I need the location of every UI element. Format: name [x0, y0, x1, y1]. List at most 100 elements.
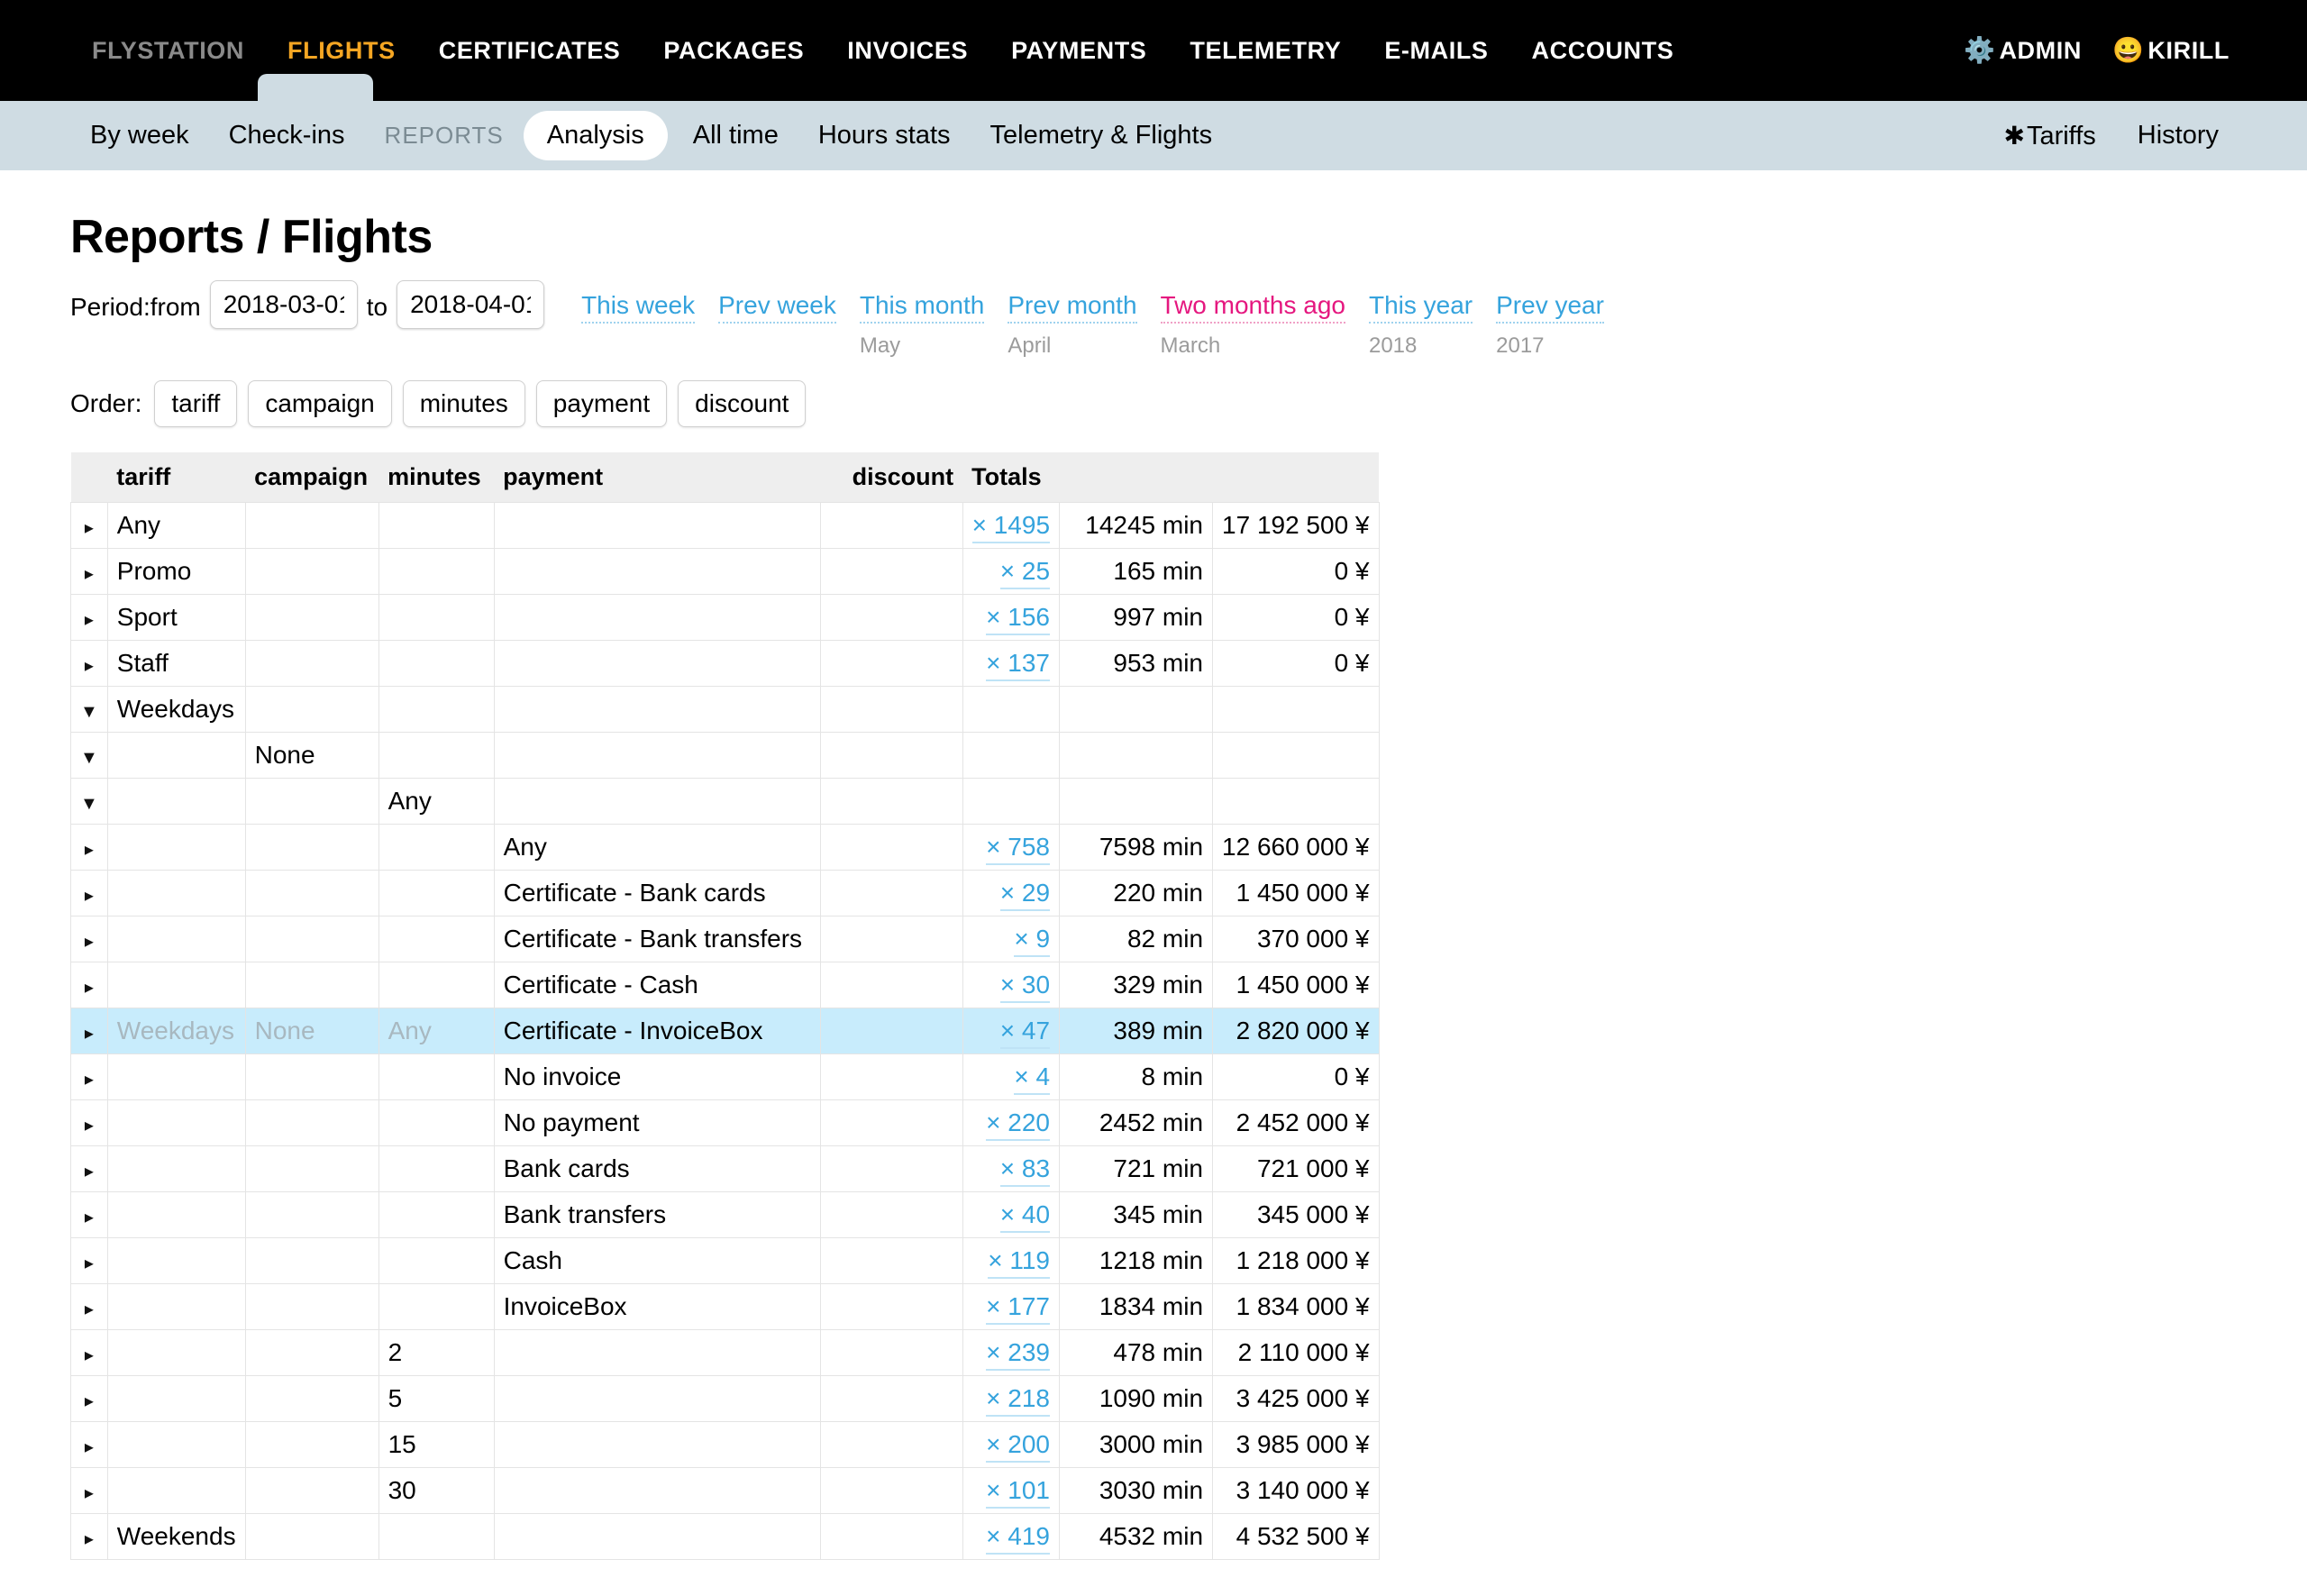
date-to-input[interactable]	[397, 280, 544, 329]
flight-count-link[interactable]: × 30	[1000, 971, 1050, 1003]
table-row[interactable]: ▸No invoice× 48 min0 ¥	[71, 1054, 1380, 1100]
chevron-right-icon[interactable]: ▸	[85, 1025, 94, 1043]
table-row[interactable]: ▸Sport× 156997 min0 ¥	[71, 595, 1380, 641]
flight-count-link[interactable]: × 29	[1000, 879, 1050, 911]
table-row[interactable]: ▸Certificate - Bank transfers× 982 min37…	[71, 917, 1380, 962]
th-payment[interactable]: payment	[494, 452, 820, 503]
chevron-right-icon[interactable]: ▸	[85, 1438, 94, 1456]
chevron-down-icon[interactable]: ▼	[80, 703, 98, 721]
chevron-down-icon[interactable]: ▼	[80, 749, 98, 767]
top-nav-item-payments[interactable]: PAYMENTS	[989, 0, 1168, 101]
top-nav-item-e-mails[interactable]: E-MAILS	[1363, 0, 1509, 101]
th-campaign[interactable]: campaign	[245, 452, 378, 503]
subnav-item-tariffs[interactable]: ✱Tariffs	[1992, 121, 2106, 151]
table-row[interactable]: ▸5× 2181090 min3 425 000 ¥	[71, 1376, 1380, 1422]
chevron-right-icon[interactable]: ▸	[85, 1346, 94, 1364]
chevron-right-icon[interactable]: ▸	[85, 565, 94, 583]
table-row[interactable]: ▸15× 2003000 min3 985 000 ¥	[71, 1422, 1380, 1468]
chevron-right-icon[interactable]: ▸	[85, 1484, 94, 1502]
flight-count-link[interactable]: × 239	[986, 1338, 1050, 1371]
flight-count-link[interactable]: × 119	[988, 1246, 1050, 1279]
table-row[interactable]: ▸No payment× 2202452 min2 452 000 ¥	[71, 1100, 1380, 1146]
row-expand-cell[interactable]: ▸	[71, 503, 108, 549]
chevron-right-icon[interactable]: ▸	[85, 933, 94, 951]
period-shortcut-link-prev-month[interactable]: Prev month	[1008, 291, 1136, 324]
order-button-payment[interactable]: payment	[536, 380, 667, 427]
period-shortcut-link-this-month[interactable]: This month	[860, 291, 985, 324]
flight-count-link[interactable]: × 200	[986, 1430, 1050, 1463]
chevron-right-icon[interactable]: ▸	[85, 1254, 94, 1272]
top-nav-item-packages[interactable]: PACKAGES	[642, 0, 825, 101]
top-nav-kirill-link[interactable]: 😀KIRILL	[2112, 0, 2229, 101]
row-expand-cell[interactable]: ▸	[71, 1422, 108, 1468]
flight-count-link[interactable]: × 40	[1000, 1200, 1050, 1233]
row-expand-cell[interactable]: ▸	[71, 1146, 108, 1192]
row-expand-cell[interactable]: ▼	[71, 779, 108, 825]
row-expand-cell[interactable]: ▸	[71, 595, 108, 641]
flight-count-link[interactable]: × 177	[986, 1292, 1050, 1325]
flight-count-link[interactable]: × 137	[986, 649, 1050, 681]
row-expand-cell[interactable]: ▸	[71, 1468, 108, 1514]
subnav-item-by-week[interactable]: By week	[70, 121, 209, 150]
flight-count-link[interactable]: × 156	[986, 603, 1050, 635]
flight-count-link[interactable]: × 758	[986, 833, 1050, 865]
row-expand-cell[interactable]: ▸	[71, 1054, 108, 1100]
chevron-right-icon[interactable]: ▸	[85, 1071, 94, 1089]
row-expand-cell[interactable]: ▸	[71, 825, 108, 871]
chevron-right-icon[interactable]: ▸	[85, 1300, 94, 1318]
table-row[interactable]: ▸Cash× 1191218 min1 218 000 ¥	[71, 1238, 1380, 1284]
chevron-right-icon[interactable]: ▸	[85, 887, 94, 905]
period-shortcut-link-two-months-ago[interactable]: Two months ago	[1161, 291, 1345, 324]
th-minutes[interactable]: minutes	[378, 452, 494, 503]
flight-count-link[interactable]: × 101	[986, 1476, 1050, 1509]
flight-count-link[interactable]: × 4	[1014, 1062, 1050, 1095]
top-nav-item-flystation[interactable]: FLYSTATION	[70, 0, 266, 101]
period-shortcut-link-this-week[interactable]: This week	[581, 291, 695, 324]
top-nav-item-telemetry[interactable]: TELEMETRY	[1168, 0, 1363, 101]
period-shortcut-link-prev-year[interactable]: Prev year	[1496, 291, 1604, 324]
subnav-item-all-time[interactable]: All time	[673, 121, 798, 150]
chevron-right-icon[interactable]: ▸	[85, 1208, 94, 1227]
row-expand-cell[interactable]: ▸	[71, 1330, 108, 1376]
subnav-item-history[interactable]: History	[2127, 121, 2229, 150]
row-expand-cell[interactable]: ▸	[71, 1008, 108, 1054]
table-row[interactable]: ▼Weekdays	[71, 687, 1380, 733]
row-expand-cell[interactable]: ▸	[71, 1100, 108, 1146]
chevron-right-icon[interactable]: ▸	[85, 1163, 94, 1181]
chevron-right-icon[interactable]: ▸	[85, 657, 94, 675]
table-row[interactable]: ▼None	[71, 733, 1380, 779]
chevron-right-icon[interactable]: ▸	[85, 1117, 94, 1135]
order-button-tariff[interactable]: tariff	[154, 380, 237, 427]
chevron-right-icon[interactable]: ▸	[85, 1530, 94, 1548]
order-button-minutes[interactable]: minutes	[403, 380, 525, 427]
top-nav-admin-link[interactable]: ⚙️ADMIN	[1964, 0, 2082, 101]
table-row[interactable]: ▸InvoiceBox× 1771834 min1 834 000 ¥	[71, 1284, 1380, 1330]
top-nav-item-accounts[interactable]: ACCOUNTS	[1510, 0, 1696, 101]
top-nav-item-certificates[interactable]: CERTIFICATES	[417, 0, 643, 101]
top-nav-item-invoices[interactable]: INVOICES	[825, 0, 989, 101]
table-row[interactable]: ▸2× 239478 min2 110 000 ¥	[71, 1330, 1380, 1376]
row-expand-cell[interactable]: ▸	[71, 962, 108, 1008]
period-shortcut-link-prev-week[interactable]: Prev week	[718, 291, 836, 324]
flight-count-link[interactable]: × 1495	[972, 511, 1050, 543]
flight-count-link[interactable]: × 83	[1000, 1154, 1050, 1187]
table-row[interactable]: ▸Any× 7587598 min12 660 000 ¥	[71, 825, 1380, 871]
period-shortcut-link-this-year[interactable]: This year	[1369, 291, 1473, 324]
row-expand-cell[interactable]: ▸	[71, 549, 108, 595]
row-expand-cell[interactable]: ▸	[71, 1192, 108, 1238]
table-row[interactable]: ▸Weekends× 4194532 min4 532 500 ¥	[71, 1514, 1380, 1560]
flight-count-link[interactable]: × 419	[986, 1522, 1050, 1555]
flight-count-link[interactable]: × 218	[986, 1384, 1050, 1417]
order-button-discount[interactable]: discount	[678, 380, 806, 427]
flight-count-link[interactable]: × 47	[1000, 1017, 1050, 1049]
table-row[interactable]: ▸30× 1013030 min3 140 000 ¥	[71, 1468, 1380, 1514]
table-row[interactable]: ▸Promo× 25165 min0 ¥	[71, 549, 1380, 595]
chevron-right-icon[interactable]: ▸	[85, 841, 94, 859]
row-expand-cell[interactable]: ▸	[71, 1514, 108, 1560]
table-row[interactable]: ▸Certificate - Cash× 30329 min1 450 000 …	[71, 962, 1380, 1008]
chevron-right-icon[interactable]: ▸	[85, 519, 94, 537]
date-from-input[interactable]	[210, 280, 358, 329]
chevron-right-icon[interactable]: ▸	[85, 979, 94, 997]
subnav-item-telemetry-flights[interactable]: Telemetry & Flights	[971, 121, 1233, 150]
row-expand-cell[interactable]: ▼	[71, 687, 108, 733]
